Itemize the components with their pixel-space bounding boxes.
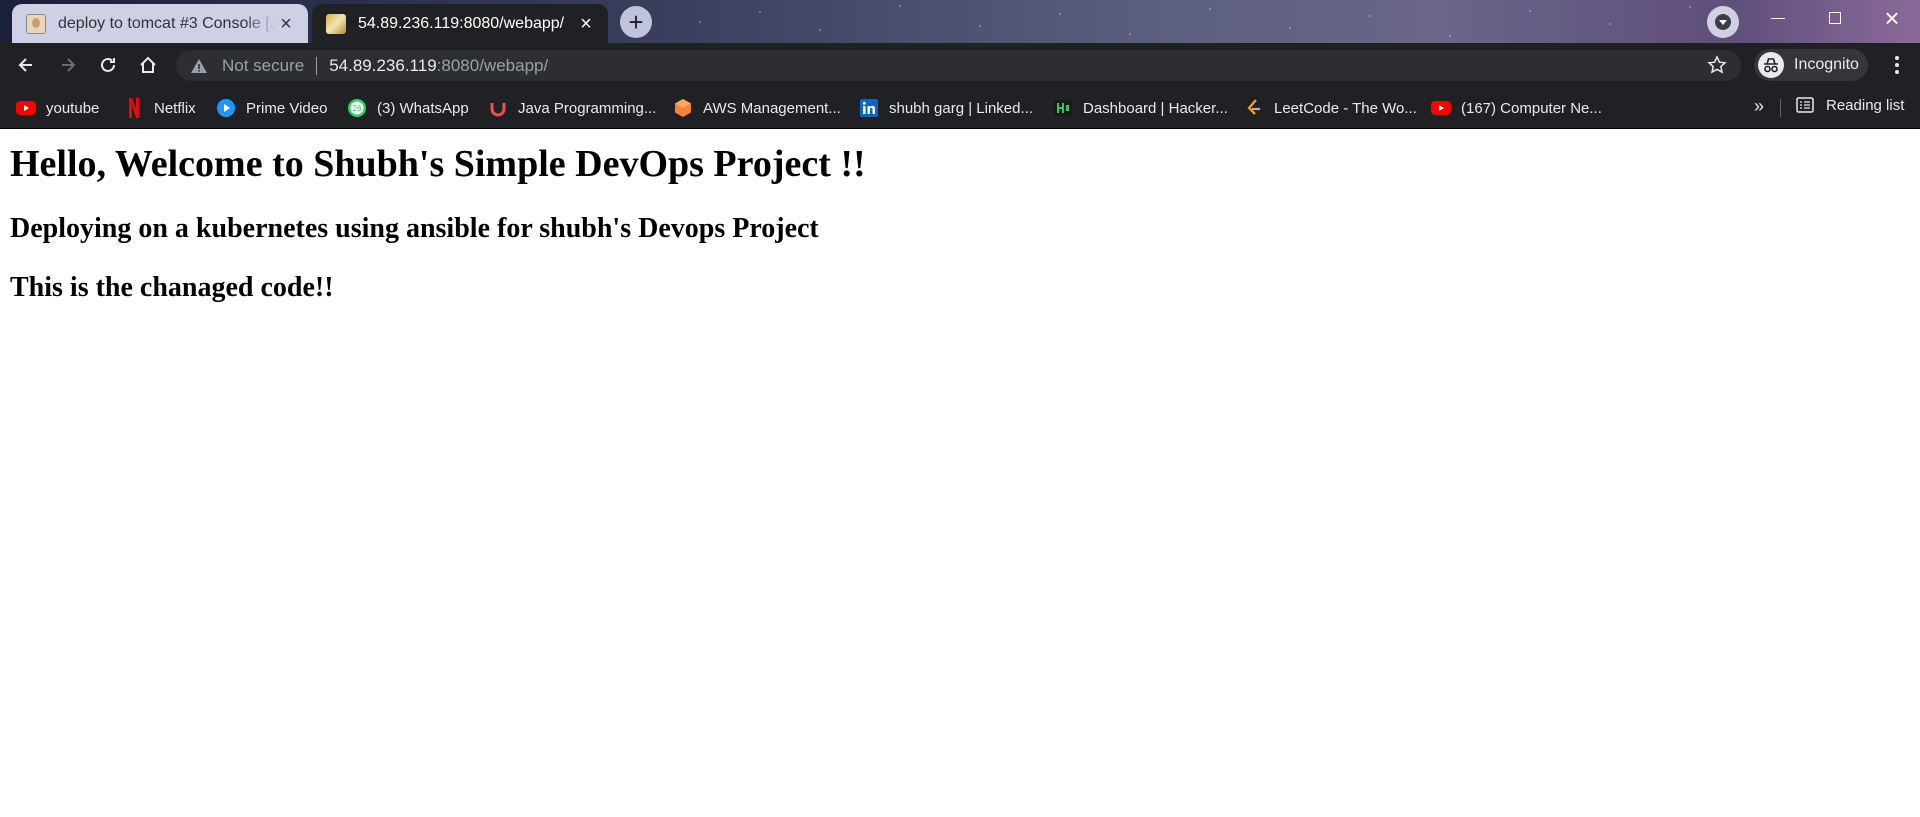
home-icon [140, 56, 156, 73]
reading-list-button[interactable]: Reading list [1796, 96, 1904, 114]
bookmark-label: Java Programming... [518, 99, 657, 117]
incognito-profile-button[interactable]: Incognito [1754, 49, 1868, 81]
bookmark-label: (167) Computer Ne... [1461, 99, 1602, 117]
security-status[interactable]: Not secure [222, 56, 304, 76]
bookmark-label: Netflix [154, 99, 196, 117]
page-subheading-changed: This is the chanaged code!! [10, 272, 334, 303]
page-content: Hello, Welcome to Shubh's Simple DevOps … [0, 129, 1920, 817]
reload-icon [101, 57, 115, 72]
warning-icon[interactable] [190, 57, 208, 75]
bookmark-label: Prime Video [246, 99, 328, 117]
tab-search-button[interactable] [1707, 6, 1739, 38]
bookmark-linkedin[interactable]: shubh garg | Linked... [859, 96, 1033, 120]
back-button[interactable] [10, 49, 42, 81]
divider [316, 56, 318, 75]
leetcode-icon [1244, 98, 1264, 118]
bookmark-whatsapp[interactable]: 26 (3) WhatsApp [347, 96, 469, 120]
bookmarks-bar: youtube Netflix Prime Video 26 (3) Whats… [0, 87, 1920, 129]
whatsapp-badge: 26 [353, 104, 362, 113]
tab-title: deploy to tomcat #3 Console [Jenkins] [58, 14, 276, 32]
page-subheading-deploy: Deploying on a kubernetes using ansible … [10, 213, 819, 244]
more-icon [1895, 56, 1899, 60]
new-tab-button[interactable]: + [620, 6, 652, 38]
minimize-icon [1771, 17, 1785, 19]
prime-video-icon [216, 98, 236, 118]
arrow-right-icon [62, 58, 76, 72]
url-path: :8080/webapp/ [436, 55, 549, 75]
star-icon[interactable] [1707, 55, 1727, 75]
incognito-icon [1758, 52, 1784, 78]
bookmark-java-programming[interactable]: Java Programming... [488, 96, 656, 120]
youtube-icon [1431, 98, 1451, 118]
reload-button[interactable] [92, 49, 124, 81]
linkedin-icon [859, 98, 879, 118]
youtube-icon [16, 98, 36, 118]
udemy-icon [488, 98, 508, 118]
profile-label: Incognito [1794, 56, 1859, 73]
tab-webapp[interactable]: 54.89.236.119:8080/webapp/ × [312, 4, 608, 43]
tomcat-favicon-icon [326, 13, 346, 34]
reading-list-label: Reading list [1826, 96, 1905, 114]
close-icon[interactable]: × [276, 14, 296, 34]
bookmark-hackerrank[interactable]: Dashboard | Hacker... [1053, 96, 1228, 120]
bookmark-label: LeetCode - The Wo... [1274, 99, 1417, 117]
bookmark-label: shubh garg | Linked... [889, 99, 1033, 117]
bookmarks-overflow-button[interactable]: » [1754, 96, 1764, 117]
minimize-button[interactable] [1755, 0, 1801, 36]
aws-icon [673, 98, 693, 118]
bookmark-youtube[interactable]: youtube [16, 96, 99, 120]
browser-toolbar: Not secure 54.89.236.119:8080/webapp/ In… [0, 43, 1920, 87]
maximize-icon [1829, 12, 1841, 24]
arrow-left-icon [18, 58, 32, 72]
bookmark-computer-networks[interactable]: (167) Computer Ne... [1431, 96, 1602, 120]
reading-list-icon [1796, 97, 1814, 113]
divider [1780, 99, 1781, 117]
hackerrank-icon [1053, 98, 1073, 118]
bookmark-label: AWS Management... [703, 99, 841, 117]
address-bar[interactable]: Not secure 54.89.236.119:8080/webapp/ [176, 50, 1741, 81]
maximize-button[interactable] [1812, 0, 1858, 36]
close-icon[interactable]: × [576, 14, 596, 34]
forward-button[interactable] [52, 49, 84, 81]
bookmark-label: youtube [46, 99, 100, 117]
netflix-icon [124, 98, 144, 118]
menu-button[interactable] [1882, 49, 1912, 81]
page-heading: Hello, Welcome to Shubh's Simple DevOps … [10, 143, 866, 185]
url-host: 54.89.236.119 [329, 55, 437, 75]
close-icon: × [1884, 3, 1900, 33]
tab-jenkins-console[interactable]: deploy to tomcat #3 Console [Jenkins] × [12, 4, 308, 43]
chevron-down-icon [1715, 14, 1731, 30]
bookmark-label: Dashboard | Hacker... [1083, 99, 1228, 117]
jenkins-favicon-icon [26, 13, 46, 34]
bookmark-prime-video[interactable]: Prime Video [216, 96, 327, 120]
bookmark-aws[interactable]: AWS Management... [673, 96, 841, 120]
home-button[interactable] [132, 49, 164, 81]
bookmark-netflix[interactable]: Netflix [124, 96, 196, 120]
tab-strip: deploy to tomcat #3 Console [Jenkins] × … [0, 0, 1920, 43]
close-window-button[interactable]: × [1869, 0, 1915, 36]
bookmark-leetcode[interactable]: LeetCode - The Wo... [1244, 96, 1417, 120]
whatsapp-icon: 26 [347, 98, 367, 118]
bookmark-label: (3) WhatsApp [377, 99, 469, 117]
tab-title: 54.89.236.119:8080/webapp/ [358, 14, 565, 32]
